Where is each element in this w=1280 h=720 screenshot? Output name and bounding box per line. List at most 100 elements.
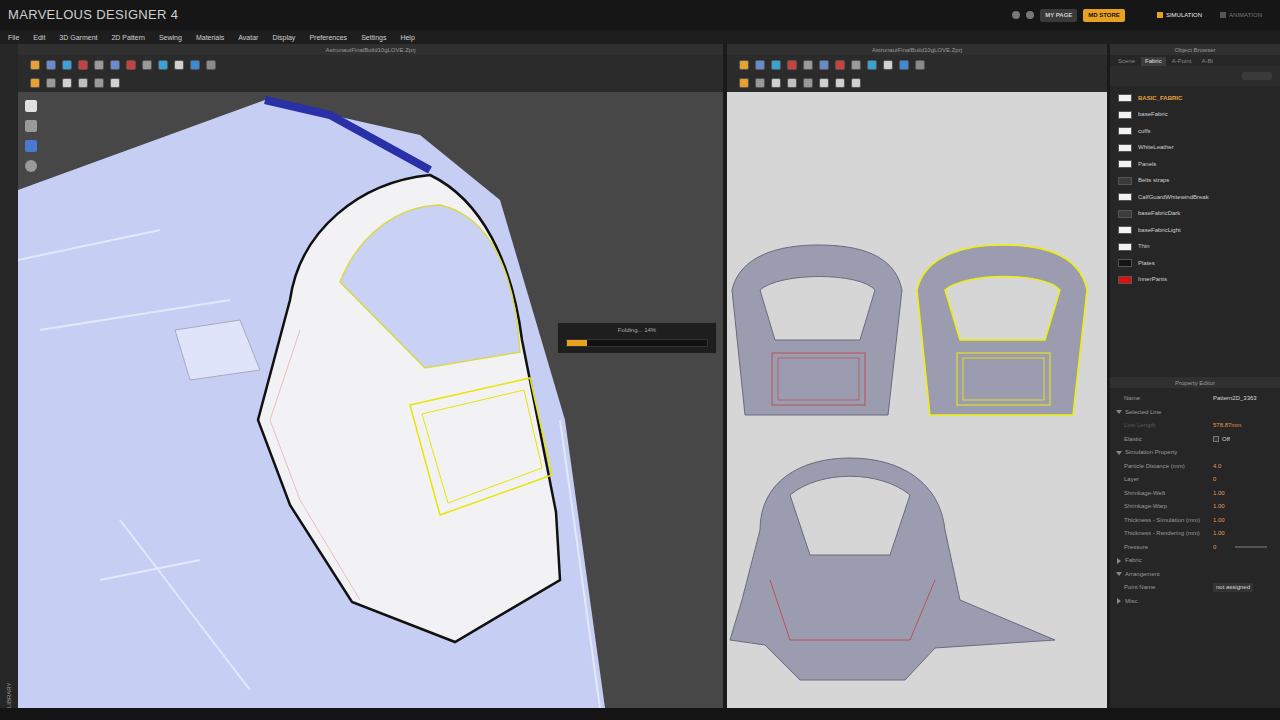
sphere-icon[interactable] bbox=[25, 160, 37, 172]
avatar-icon[interactable] bbox=[25, 120, 37, 132]
menu-item[interactable]: Sewing bbox=[159, 34, 182, 41]
help-icon[interactable] bbox=[1026, 11, 1034, 19]
fabric-item[interactable]: InnerPants bbox=[1110, 272, 1280, 289]
tool-icon[interactable] bbox=[819, 78, 829, 88]
property-row[interactable]: Line Length578.87mm bbox=[1110, 419, 1280, 433]
top-button[interactable]: MY PAGE bbox=[1040, 9, 1077, 22]
tool-icon[interactable] bbox=[835, 60, 845, 70]
tool-icon[interactable] bbox=[755, 78, 765, 88]
menu-item[interactable]: Preferences bbox=[309, 34, 347, 41]
tool-icon[interactable] bbox=[915, 60, 925, 70]
tool-icon[interactable] bbox=[174, 60, 184, 70]
menu-item[interactable]: Display bbox=[272, 34, 295, 41]
elastic-toggle[interactable] bbox=[1213, 436, 1219, 442]
fabric-item[interactable]: baseFabricDark bbox=[1110, 206, 1280, 223]
expand-arrow-icon[interactable] bbox=[1116, 571, 1122, 577]
texture-icon[interactable] bbox=[25, 140, 37, 152]
tool-icon[interactable] bbox=[30, 78, 40, 88]
tool-icon[interactable] bbox=[787, 60, 797, 70]
property-row[interactable]: Shrinkage-Weft1.00 bbox=[1110, 487, 1280, 501]
browser-tab[interactable]: A-Point bbox=[1168, 57, 1196, 66]
property-row[interactable]: Simulation Property bbox=[1110, 446, 1280, 460]
menu-item[interactable]: Avatar bbox=[238, 34, 258, 41]
tool-icon[interactable] bbox=[787, 78, 797, 88]
property-row[interactable]: ElasticOff bbox=[1110, 433, 1280, 447]
menu-item[interactable]: File bbox=[8, 34, 19, 41]
pressure-slider[interactable] bbox=[1235, 546, 1267, 548]
expand-arrow-icon[interactable] bbox=[1116, 598, 1122, 604]
tool-icon[interactable] bbox=[206, 60, 216, 70]
menu-item[interactable]: 2D Pattern bbox=[111, 34, 144, 41]
canvas-2d[interactable] bbox=[727, 92, 1107, 708]
fabric-item[interactable]: Belts straps bbox=[1110, 173, 1280, 190]
tool-icon[interactable] bbox=[78, 60, 88, 70]
mode-button[interactable]: ANIMATION bbox=[1214, 9, 1268, 22]
expand-arrow-icon[interactable] bbox=[1116, 558, 1122, 564]
expand-arrow-icon[interactable] bbox=[1116, 409, 1122, 415]
tool-icon[interactable] bbox=[94, 78, 104, 88]
browser-tab[interactable]: Scene bbox=[1114, 57, 1139, 66]
tool-icon[interactable] bbox=[78, 78, 88, 88]
browser-tab[interactable]: Fabric bbox=[1141, 57, 1166, 66]
tool-icon[interactable] bbox=[771, 78, 781, 88]
property-row[interactable]: Thickness - Rendering (mm)1.00 bbox=[1110, 527, 1280, 541]
tool-icon[interactable] bbox=[803, 78, 813, 88]
tool-icon[interactable] bbox=[110, 78, 120, 88]
shirt-icon[interactable] bbox=[25, 100, 37, 112]
tool-icon[interactable] bbox=[94, 60, 104, 70]
tool-icon[interactable] bbox=[755, 60, 765, 70]
tool-icon[interactable] bbox=[30, 60, 40, 70]
property-row[interactable]: Pressure0 bbox=[1110, 541, 1280, 555]
mode-button[interactable]: SIMULATION bbox=[1151, 9, 1208, 22]
fabric-item[interactable]: WhiteLeather bbox=[1110, 140, 1280, 157]
fabric-item[interactable]: Plates bbox=[1110, 255, 1280, 272]
fabric-item[interactable]: Panels bbox=[1110, 156, 1280, 173]
tool-icon[interactable] bbox=[835, 78, 845, 88]
tool-icon[interactable] bbox=[46, 60, 56, 70]
top-button[interactable]: MD STORE bbox=[1083, 9, 1125, 22]
tool-icon[interactable] bbox=[883, 60, 893, 70]
menu-item[interactable]: Settings bbox=[361, 34, 386, 41]
tool-icon[interactable] bbox=[739, 60, 749, 70]
tool-icon[interactable] bbox=[867, 60, 877, 70]
tool-icon[interactable] bbox=[62, 60, 72, 70]
fabric-item[interactable]: cuffs bbox=[1110, 123, 1280, 140]
tool-icon[interactable] bbox=[110, 60, 120, 70]
property-row[interactable]: Arrangement bbox=[1110, 568, 1280, 582]
library-strip[interactable]: LIBRARY bbox=[0, 44, 18, 708]
fabric-item[interactable]: Thin bbox=[1110, 239, 1280, 256]
property-row[interactable]: Fabric bbox=[1110, 554, 1280, 568]
menu-item[interactable]: Help bbox=[400, 34, 414, 41]
property-row[interactable]: Shrinkage-Warp1.00 bbox=[1110, 500, 1280, 514]
property-row[interactable]: Particle Distance (mm)4.0 bbox=[1110, 460, 1280, 474]
fabric-item[interactable]: CalfGuardWhitewindBreak bbox=[1110, 189, 1280, 206]
tool-icon[interactable] bbox=[190, 60, 200, 70]
settings-icon[interactable] bbox=[1012, 11, 1020, 19]
tool-icon[interactable] bbox=[819, 60, 829, 70]
property-row[interactable]: Point Namenot assigned bbox=[1110, 581, 1280, 595]
tool-icon[interactable] bbox=[739, 78, 749, 88]
property-row[interactable]: NamePattern2D_3363 bbox=[1110, 392, 1280, 406]
property-row[interactable]: Misc. bbox=[1110, 595, 1280, 609]
tool-icon[interactable] bbox=[158, 60, 168, 70]
tool-icon[interactable] bbox=[851, 78, 861, 88]
tool-icon[interactable] bbox=[126, 60, 136, 70]
browser-tab[interactable]: A-Bl bbox=[1197, 57, 1216, 66]
viewport-3d[interactable]: Folding... 14% bbox=[18, 92, 723, 708]
property-row[interactable]: Selected Line bbox=[1110, 406, 1280, 420]
tool-icon[interactable] bbox=[803, 60, 813, 70]
add-icon[interactable] bbox=[1242, 72, 1272, 80]
menu-item[interactable]: Edit bbox=[33, 34, 45, 41]
expand-arrow-icon[interactable] bbox=[1116, 450, 1122, 456]
tool-icon[interactable] bbox=[771, 60, 781, 70]
tool-icon[interactable] bbox=[62, 78, 72, 88]
fabric-item[interactable]: baseFabricLight bbox=[1110, 222, 1280, 239]
tool-icon[interactable] bbox=[899, 60, 909, 70]
menu-item[interactable]: 3D Garment bbox=[59, 34, 97, 41]
fabric-item[interactable]: baseFabric bbox=[1110, 107, 1280, 124]
property-row[interactable]: Layer0 bbox=[1110, 473, 1280, 487]
tool-icon[interactable] bbox=[142, 60, 152, 70]
fabric-item[interactable]: BASIC_FABRIC bbox=[1110, 90, 1280, 107]
property-row[interactable]: Thickness - Simulation (mm)1.00 bbox=[1110, 514, 1280, 528]
tool-icon[interactable] bbox=[851, 60, 861, 70]
